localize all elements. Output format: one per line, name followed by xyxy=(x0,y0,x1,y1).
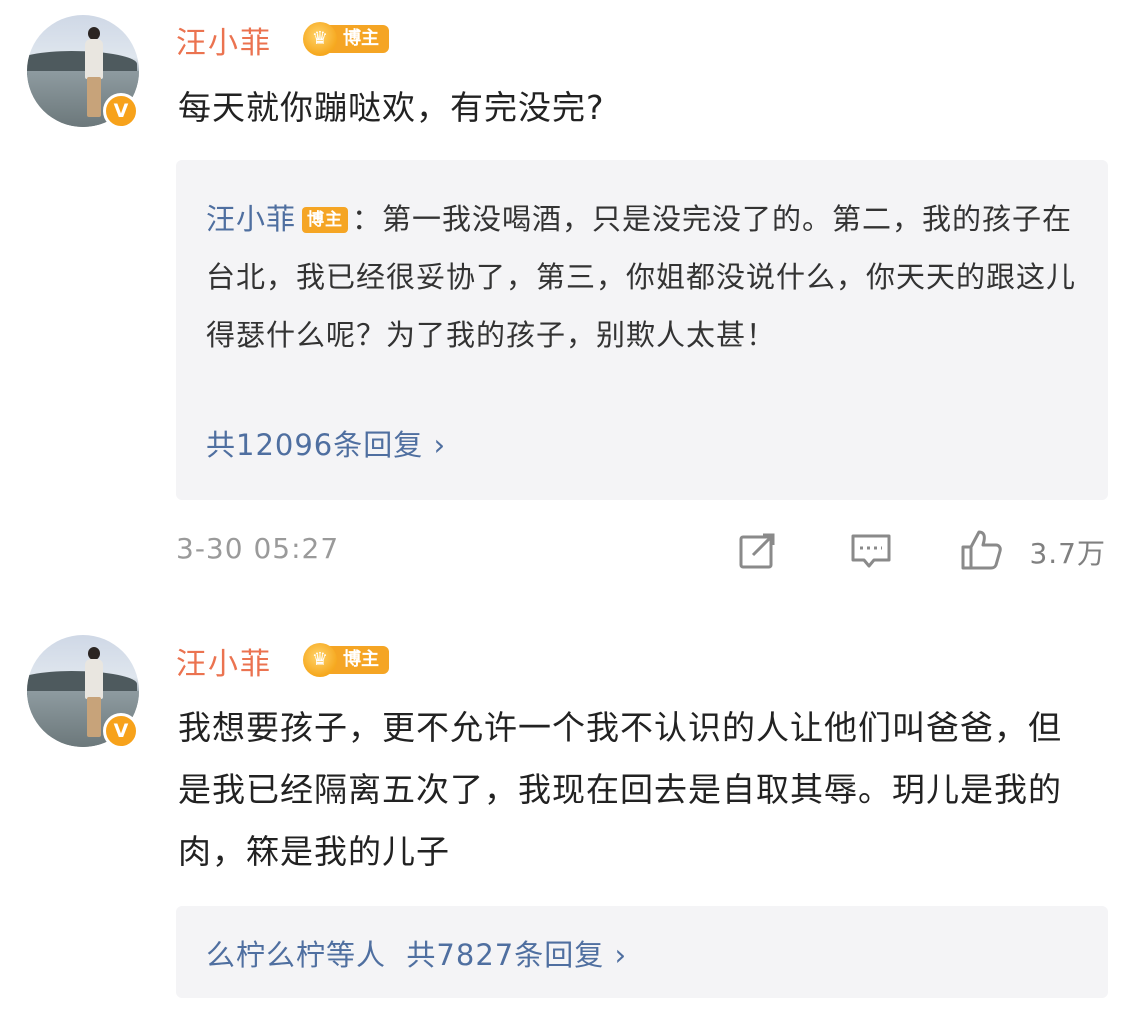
verified-icon: V xyxy=(103,93,139,129)
comment-meta: 3-30 05:27 3.7万 xyxy=(176,526,1108,576)
blogger-tag-label: 博主 xyxy=(329,25,389,53)
reply-separator: ： xyxy=(352,202,383,236)
reply-count-link[interactable]: 共12096条回复 › xyxy=(206,422,446,464)
crown-icon: ♛ xyxy=(303,643,337,677)
reply-blogger-tag: 博主 xyxy=(302,207,349,233)
comment-item: V 汪小菲 ♛ 博主 每天就你蹦哒欢，有完没完? 汪小菲 博主 ：第一我没喝酒，只是… xyxy=(0,0,1140,610)
comment-text: 我想要孩子，更不允许一个我不认识的人让他们叫爸爸，但是我已经隔离五次了，我现在回… xyxy=(178,708,1062,871)
reply-preview[interactable]: 汪小菲 博主 ：第一我没喝酒，只是没完没了的。第二，我的孩子在台北，我已经很妥协了，… xyxy=(176,160,1108,500)
author-name[interactable]: 汪小菲 xyxy=(176,18,272,62)
share-icon[interactable] xyxy=(736,528,780,572)
blogger-tag: ♛ 博主 xyxy=(303,22,389,56)
comment-item: V 汪小菲 ♛ 博主 我想要孩子，更不允许一个我不认识的人让他们叫爸爸，但是我已… xyxy=(0,610,1140,1014)
comment-icon[interactable] xyxy=(849,528,893,572)
blogger-tag-label: 博主 xyxy=(329,646,389,674)
verified-icon: V xyxy=(103,713,139,749)
reply-author[interactable]: 汪小菲 xyxy=(206,202,296,236)
author-name[interactable]: 汪小菲 xyxy=(176,639,272,683)
blogger-tag: ♛ 博主 xyxy=(303,643,389,677)
comment-text: 每天就你蹦哒欢，有完没完? xyxy=(178,88,605,127)
reply-count-link[interactable]: 么柠么柠等人 共7827条回复 › xyxy=(206,932,627,974)
thumbs-up-icon[interactable] xyxy=(959,528,1003,572)
reply-content: 汪小菲 博主 ：第一我没喝酒，只是没完没了的。第二，我的孩子在台北，我已经很妥协了，… xyxy=(206,190,1086,364)
crown-icon: ♛ xyxy=(303,22,337,56)
timestamp: 3-30 05:27 xyxy=(176,532,340,565)
reply-preview[interactable]: 么柠么柠等人 共7827条回复 › xyxy=(176,906,1108,998)
like-count: 3.7万 xyxy=(1029,537,1106,570)
